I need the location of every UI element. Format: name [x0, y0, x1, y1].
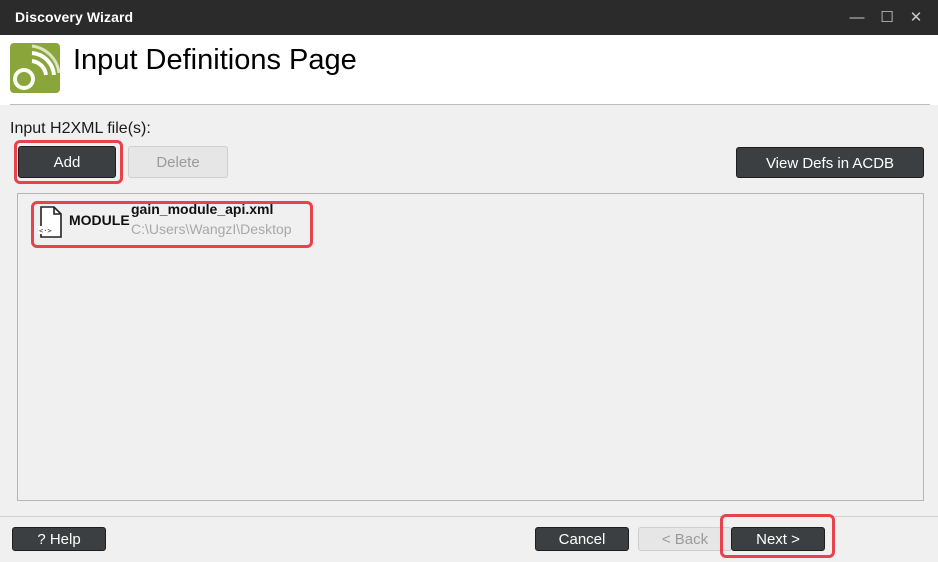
- file-name: gain_module_api.xml: [131, 201, 274, 217]
- wizard-header: Input Definitions Page: [0, 35, 938, 105]
- delete-button[interactable]: Delete: [128, 146, 228, 178]
- title-bar: Discovery Wizard — ☐ ✕: [0, 0, 938, 35]
- list-item[interactable]: <·> MODULE gain_module_api.xml C:\Users\…: [38, 201, 318, 242]
- close-icon[interactable]: ✕: [906, 8, 926, 28]
- help-button[interactable]: ? Help: [12, 527, 106, 551]
- footer-divider: [0, 516, 938, 517]
- cancel-button[interactable]: Cancel: [535, 527, 629, 551]
- add-button[interactable]: Add: [18, 146, 116, 178]
- xml-file-icon: <·>: [38, 206, 62, 238]
- maximize-icon[interactable]: ☐: [877, 8, 897, 28]
- back-button[interactable]: < Back: [638, 527, 732, 551]
- wifi-gear-icon: [10, 43, 60, 93]
- svg-text:<·>: <·>: [39, 227, 52, 235]
- window-title: Discovery Wizard: [15, 9, 134, 25]
- view-defs-button[interactable]: View Defs in ACDB: [736, 147, 924, 178]
- minimize-icon[interactable]: —: [847, 8, 867, 28]
- next-button[interactable]: Next >: [731, 527, 825, 551]
- page-title: Input Definitions Page: [73, 44, 357, 76]
- input-files-label: Input H2XML file(s):: [10, 120, 151, 137]
- discovery-wizard-window: Discovery Wizard — ☐ ✕ Input Definitions…: [0, 0, 938, 562]
- header-divider: [10, 104, 930, 105]
- file-list[interactable]: <·> MODULE gain_module_api.xml C:\Users\…: [17, 193, 924, 501]
- file-type-label: MODULE: [69, 212, 130, 228]
- file-path: C:\Users\WangzI\Desktop: [131, 221, 292, 237]
